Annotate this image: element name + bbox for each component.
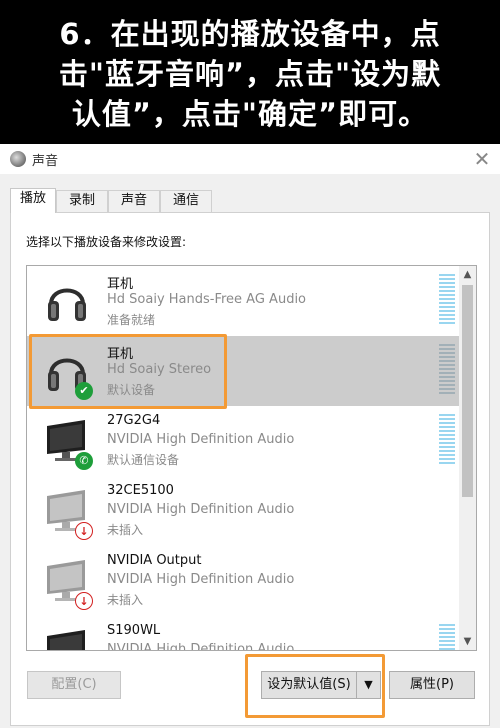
instruction-banner: 6．在出现的播放设备中，点 击"蓝牙音响”，点击"设为默 认值”，点击"确定”即… (0, 0, 500, 144)
device-description: Hd Soaiy Hands-Free AG Audio (107, 292, 307, 307)
device-list-scrollbar[interactable]: ▲ ▼ (459, 266, 476, 650)
playback-panel: 选择以下播放设备来修改设置: 耳机 Hd Soaiy Hands-Free AG… (10, 212, 490, 726)
tab-sounds[interactable]: 声音 (108, 190, 160, 212)
device-name: 27G2G4 (107, 413, 161, 428)
device-status: 未插入 (107, 593, 144, 607)
speaker-icon (10, 151, 26, 167)
banner-line-2: 击"蓝牙音响”，点击"设为默 (58, 57, 442, 91)
device-name: 32CE5100 (107, 483, 174, 498)
highlight-selected-device (29, 334, 227, 409)
properties-button[interactable]: 属性(P) (389, 671, 475, 699)
device-list[interactable]: 耳机 Hd Soaiy Hands-Free AG Audio 准备就绪 ✔ 耳… (26, 265, 477, 651)
volume-meter (439, 414, 455, 466)
device-name: 耳机 (107, 277, 134, 292)
tab-communications[interactable]: 通信 (160, 190, 212, 212)
device-row[interactable]: ↓ NVIDIA Output NVIDIA High Definition A… (27, 546, 459, 616)
volume-meter (439, 344, 455, 396)
phone-icon: ✆ (75, 452, 93, 470)
volume-meter (439, 624, 455, 650)
scroll-down-arrow-icon[interactable]: ▼ (459, 633, 476, 650)
device-row[interactable]: ✆ 27G2G4 NVIDIA High Definition Audio 默认… (27, 406, 459, 476)
device-description: NVIDIA High Definition Audio (107, 642, 295, 651)
unplugged-arrow-icon: ↓ (75, 592, 93, 610)
device-description: NVIDIA High Definition Audio (107, 572, 295, 587)
monitor-icon (47, 630, 85, 650)
sound-dialog: 声音 ✕ 播放 录制 声音 通信 选择以下播放设备来修改设置: 耳机 Hd So… (0, 144, 500, 728)
banner-line-3: 认值”，点击"确定”即可。 (71, 97, 429, 131)
device-name: NVIDIA Output (107, 553, 202, 568)
device-row[interactable]: S190WL NVIDIA High Definition Audio (27, 616, 459, 651)
headphones-icon (48, 288, 86, 321)
device-description: NVIDIA High Definition Audio (107, 432, 295, 447)
scroll-up-arrow-icon[interactable]: ▲ (459, 266, 476, 283)
window-title: 声音 (32, 154, 59, 169)
instruction-label: 选择以下播放设备来修改设置: (26, 235, 187, 249)
banner-line-1: 6．在出现的播放设备中，点 (59, 17, 441, 51)
device-status: 准备就绪 (107, 313, 156, 327)
device-status: 默认通信设备 (107, 453, 180, 467)
device-description: NVIDIA High Definition Audio (107, 502, 295, 517)
tab-recording[interactable]: 录制 (56, 190, 108, 212)
tab-playback[interactable]: 播放 (10, 188, 56, 213)
close-button[interactable]: ✕ (464, 144, 500, 174)
configure-button[interactable]: 配置(C) (27, 671, 121, 699)
unplugged-arrow-icon: ↓ (75, 522, 93, 540)
device-row[interactable]: ↓ 32CE5100 NVIDIA High Definition Audio … (27, 476, 459, 546)
device-row[interactable]: 耳机 Hd Soaiy Hands-Free AG Audio 准备就绪 (27, 266, 459, 336)
scroll-thumb[interactable] (462, 285, 473, 497)
device-status: 未插入 (107, 523, 144, 537)
title-bar: 声音 ✕ (0, 144, 500, 174)
device-name: S190WL (107, 623, 161, 638)
highlight-set-default-button (245, 654, 385, 718)
volume-meter (439, 274, 455, 326)
